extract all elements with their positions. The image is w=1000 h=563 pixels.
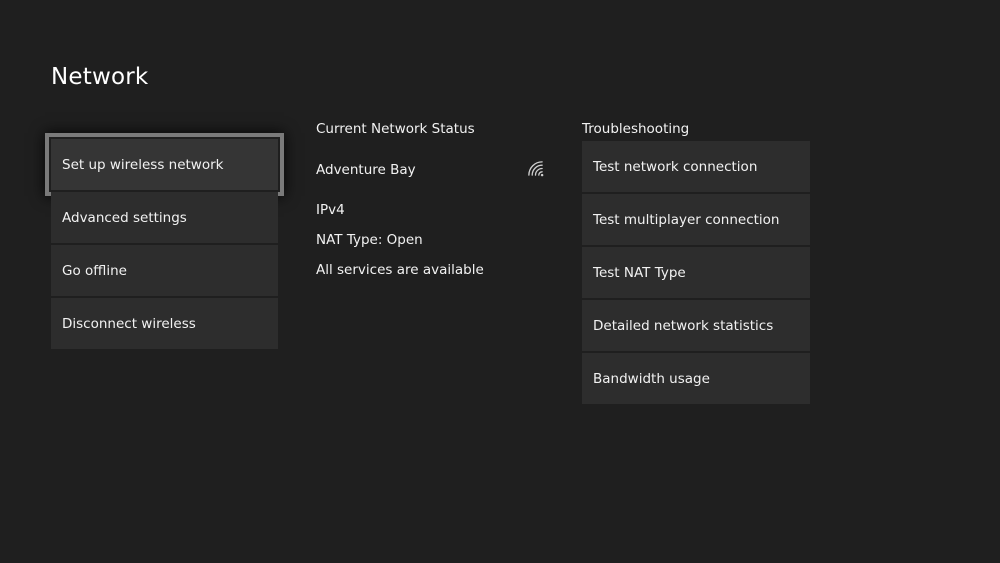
test-nat-type-button[interactable]: Test NAT Type — [582, 247, 810, 298]
menu-item-label: Test network connection — [593, 159, 757, 175]
ip-protocol: IPv4 — [316, 202, 345, 218]
status-heading: Current Network Status — [316, 121, 475, 137]
go-offline-button[interactable]: Go offline — [51, 245, 278, 296]
menu-item-label: Test NAT Type — [593, 265, 686, 281]
menu-item-label: Bandwidth usage — [593, 371, 710, 387]
disconnect-wireless-button[interactable]: Disconnect wireless — [51, 298, 278, 349]
services-status: All services are available — [316, 262, 484, 278]
wifi-signal-icon — [527, 160, 544, 177]
menu-item-label: Set up wireless network — [62, 157, 223, 173]
page-title: Network — [51, 62, 148, 92]
test-network-connection-button[interactable]: Test network connection — [582, 141, 810, 192]
menu-item-label: Test multiplayer connection — [593, 212, 780, 228]
detailed-network-statistics-button[interactable]: Detailed network statistics — [582, 300, 810, 351]
troubleshooting-heading: Troubleshooting — [582, 121, 689, 137]
bandwidth-usage-button[interactable]: Bandwidth usage — [582, 353, 810, 404]
menu-item-label: Disconnect wireless — [62, 316, 196, 332]
nat-type: NAT Type: Open — [316, 232, 423, 248]
menu-item-label: Detailed network statistics — [593, 318, 773, 334]
advanced-settings-button[interactable]: Advanced settings — [51, 192, 278, 243]
troubleshooting-list: Test network connection Test multiplayer… — [582, 141, 810, 406]
network-name: Adventure Bay — [316, 162, 416, 178]
set-up-wireless-network-button[interactable]: Set up wireless network — [51, 139, 278, 190]
network-options-menu: Set up wireless network Advanced setting… — [51, 139, 278, 351]
test-multiplayer-connection-button[interactable]: Test multiplayer connection — [582, 194, 810, 245]
menu-item-label: Go offline — [62, 263, 127, 279]
menu-item-label: Advanced settings — [62, 210, 187, 226]
